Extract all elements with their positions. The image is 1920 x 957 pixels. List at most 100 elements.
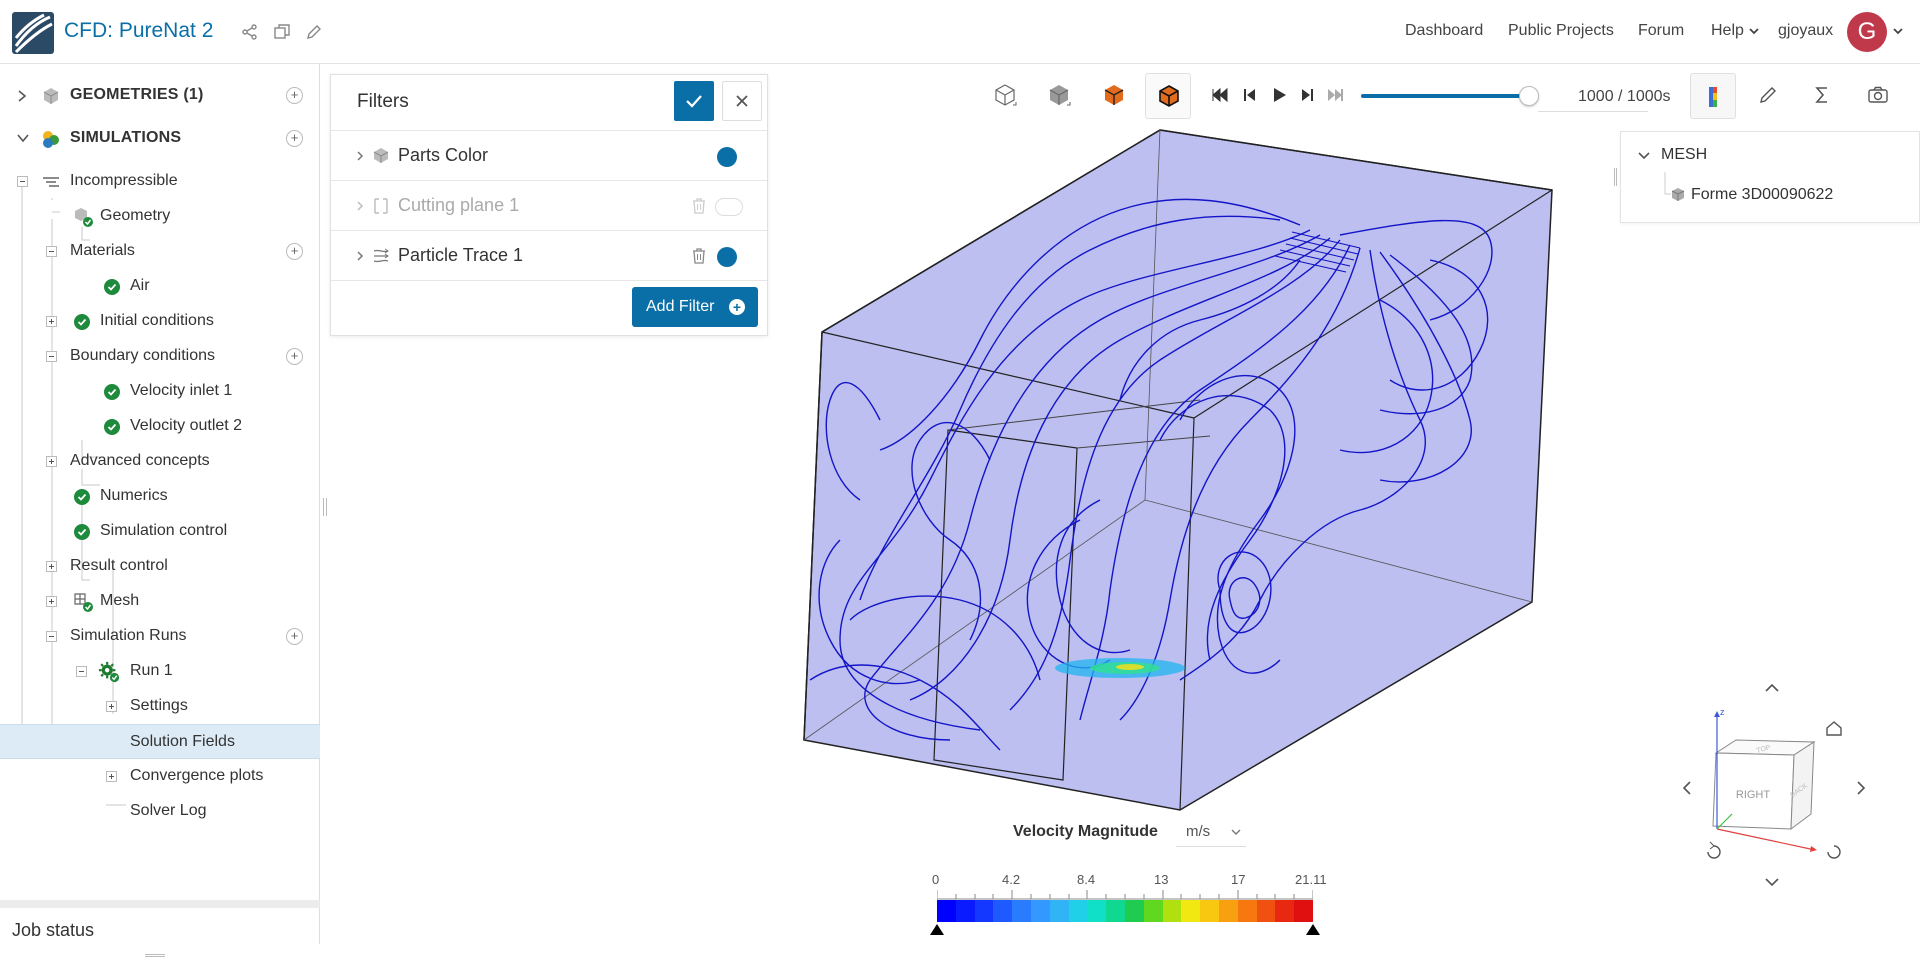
tree-item-advanced-concepts[interactable]: Advanced concepts: [0, 444, 320, 479]
tree-item-convergence-plots[interactable]: Convergence plots: [0, 759, 320, 794]
rotate-down-icon[interactable]: [1765, 878, 1779, 887]
tree-item-mesh[interactable]: Mesh: [0, 584, 320, 619]
avatar[interactable]: G: [1847, 12, 1887, 52]
nav-help[interactable]: Help: [1711, 22, 1744, 40]
expand-icon[interactable]: [46, 316, 57, 327]
tree-item-materials[interactable]: Materials +: [0, 234, 320, 269]
rotate-cw-icon[interactable]: [1827, 845, 1841, 859]
time-slider-track[interactable]: [1361, 94, 1529, 98]
add-geometry-button[interactable]: +: [286, 87, 303, 104]
nav-public-projects[interactable]: Public Projects: [1508, 22, 1614, 40]
expand-icon[interactable]: [46, 456, 57, 467]
tree-simulations[interactable]: SIMULATIONS +: [0, 121, 320, 156]
tree-geometries[interactable]: GEOMETRIES (1) +: [0, 78, 320, 113]
tree-item-run[interactable]: Run 1: [0, 654, 320, 689]
tree-item-numerics[interactable]: Numerics: [0, 479, 320, 514]
sum-icon[interactable]: [1807, 80, 1837, 110]
collapse-icon[interactable]: [17, 176, 28, 187]
tree-item-geometry[interactable]: Geometry: [0, 199, 320, 234]
tree-item-solution-fields[interactable]: Solution Fields: [0, 724, 320, 759]
tree-item-incompressible[interactable]: Incompressible: [0, 164, 320, 199]
chevron-right-icon[interactable]: [16, 89, 28, 103]
copy-icon[interactable]: [272, 22, 292, 42]
navigation-cube[interactable]: RIGHT BACK TOP z: [1660, 680, 1890, 900]
skip-to-start-icon[interactable]: [1205, 80, 1235, 110]
simscale-logo[interactable]: [12, 12, 54, 54]
camera-icon[interactable]: [1863, 80, 1893, 110]
trash-icon[interactable]: [691, 197, 707, 215]
expand-icon[interactable]: [106, 701, 117, 712]
nav-dashboard[interactable]: Dashboard: [1405, 22, 1483, 40]
chevron-right-icon[interactable]: [355, 250, 365, 262]
step-back-icon[interactable]: [1235, 80, 1265, 110]
colorbar-min-handle[interactable]: [930, 924, 944, 935]
rotate-up-icon[interactable]: [1765, 683, 1779, 692]
chevron-down-icon[interactable]: [1637, 150, 1651, 162]
expand-icon[interactable]: [46, 596, 57, 607]
add-simulation-button[interactable]: +: [286, 130, 303, 147]
tree-item-simulation-control[interactable]: Simulation control: [0, 514, 320, 549]
job-status-panel[interactable]: Job status: [0, 900, 320, 944]
colorbar-max-handle[interactable]: [1306, 924, 1320, 935]
mesh-panel-resize-handle[interactable]: [1614, 168, 1617, 186]
solid-view-icon[interactable]: [1044, 80, 1074, 110]
expand-icon[interactable]: [106, 771, 117, 782]
navcube-face-right[interactable]: RIGHT: [1736, 789, 1771, 801]
surface-edges-view-button[interactable]: [1145, 73, 1191, 119]
tree-item-air[interactable]: Air: [0, 269, 320, 304]
user-chevron-down-icon[interactable]: [1891, 24, 1911, 44]
tree-item-result-control[interactable]: Result control: [0, 549, 320, 584]
visibility-toggle[interactable]: [717, 147, 737, 167]
edit-icon[interactable]: [304, 22, 324, 42]
add-filter-button[interactable]: Add Filter +: [632, 287, 758, 327]
project-title[interactable]: CFD: PureNat 2: [64, 19, 213, 43]
sidebar-resize-handle[interactable]: [323, 498, 327, 516]
visibility-toggle[interactable]: [717, 247, 737, 267]
collapse-icon[interactable]: [76, 666, 87, 677]
filter-row-particle-trace[interactable]: Particle Trace 1: [331, 230, 767, 280]
close-button[interactable]: [722, 81, 762, 121]
share-icon[interactable]: [240, 22, 260, 42]
chevron-down-icon[interactable]: [16, 132, 30, 144]
surface-view-icon[interactable]: [1099, 80, 1129, 110]
3d-viewer-scene[interactable]: [780, 120, 1580, 820]
visibility-toggle[interactable]: [715, 198, 743, 216]
chevron-right-icon[interactable]: [355, 150, 365, 162]
color-legend-button[interactable]: [1690, 73, 1736, 119]
collapse-icon[interactable]: [46, 246, 57, 257]
filter-row-cutting-plane[interactable]: Cutting plane 1: [331, 180, 767, 230]
add-boundary-condition-button[interactable]: +: [286, 348, 303, 365]
tree-item-settings[interactable]: Settings: [0, 689, 320, 724]
collapse-icon[interactable]: [46, 631, 57, 642]
play-icon[interactable]: [1264, 80, 1294, 110]
trash-icon[interactable]: [691, 247, 707, 265]
tree-item-solver-log[interactable]: Solver Log: [0, 794, 320, 829]
tree-item-boundary-conditions[interactable]: Boundary conditions +: [0, 339, 320, 374]
nav-forum[interactable]: Forum: [1638, 22, 1684, 40]
tree-item-simulation-runs[interactable]: Simulation Runs +: [0, 619, 320, 654]
collapse-icon[interactable]: [46, 351, 57, 362]
user-name[interactable]: gjoyaux: [1778, 22, 1833, 40]
unit-select[interactable]: m/s: [1176, 815, 1246, 847]
help-chevron-down-icon[interactable]: [1747, 24, 1767, 44]
chevron-right-icon[interactable]: [355, 200, 365, 212]
home-view-icon[interactable]: [1826, 721, 1842, 736]
step-forward-icon[interactable]: [1292, 80, 1322, 110]
mesh-part-item[interactable]: Forme 3D00090622: [1691, 186, 1833, 204]
rotate-right-icon[interactable]: [1857, 781, 1866, 795]
confirm-button[interactable]: [674, 81, 714, 121]
tree-item-label: Run 1: [130, 662, 173, 679]
add-run-button[interactable]: +: [286, 628, 303, 645]
add-material-button[interactable]: +: [286, 243, 303, 260]
time-slider-thumb[interactable]: [1519, 86, 1539, 106]
skip-to-end-icon[interactable]: [1320, 80, 1350, 110]
filter-row-parts-color[interactable]: Parts Color: [331, 130, 767, 180]
tree-item-velocity-outlet[interactable]: Velocity outlet 2: [0, 409, 320, 444]
expand-icon[interactable]: [46, 561, 57, 572]
tree-item-velocity-inlet[interactable]: Velocity inlet 1: [0, 374, 320, 409]
rotate-left-icon[interactable]: [1682, 781, 1691, 795]
probe-pen-icon[interactable]: [1753, 80, 1783, 110]
wireframe-view-icon[interactable]: [990, 80, 1020, 110]
rotate-ccw-icon[interactable]: [1707, 841, 1721, 859]
tree-item-initial-conditions[interactable]: Initial conditions: [0, 304, 320, 339]
